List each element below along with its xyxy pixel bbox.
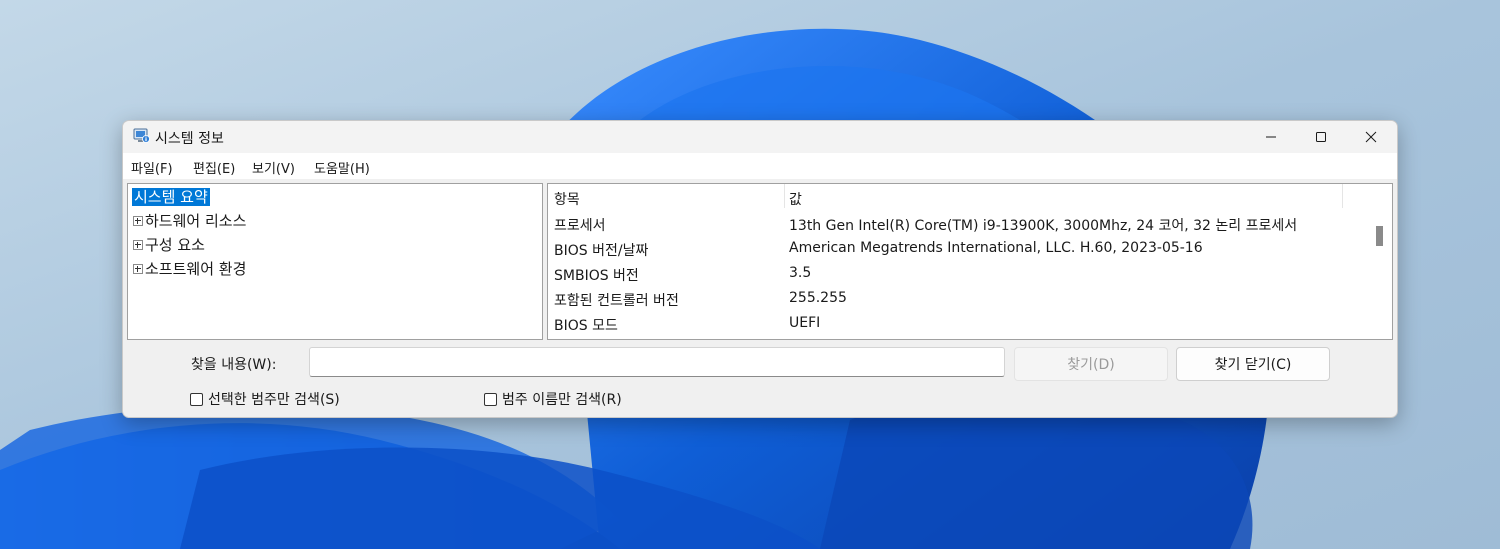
search-selected-category-checkbox[interactable]: 선택한 범주만 검색(S) xyxy=(190,389,340,409)
tree-item-label: 시스템 요약 xyxy=(132,188,210,206)
details-list[interactable]: 항목 값 프로세서 13th Gen Intel(R) Core(TM) i9-… xyxy=(547,183,1393,340)
menu-file[interactable]: 파일(F) xyxy=(131,158,173,177)
tree-item-system-summary[interactable]: 시스템 요약 xyxy=(132,187,210,207)
title-bar[interactable]: 시스템 정보 xyxy=(123,121,1397,153)
menu-edit[interactable]: 편집(E) xyxy=(193,158,235,177)
close-icon xyxy=(1365,131,1377,143)
expand-icon[interactable] xyxy=(133,239,143,250)
row-value: 255.255 xyxy=(789,290,847,306)
close-button[interactable] xyxy=(1346,121,1396,153)
table-row[interactable]: 포함된 컨트롤러 버전 255.255 xyxy=(548,287,1368,312)
checkbox-label: 선택한 범주만 검색(S) xyxy=(208,392,340,408)
search-category-names-checkbox[interactable]: 범주 이름만 검색(R) xyxy=(484,389,622,409)
menu-bar: 파일(F) 편집(E) 보기(V) 도움말(H) xyxy=(123,153,1397,179)
checkbox-box[interactable] xyxy=(484,392,497,406)
table-row[interactable]: BIOS 모드 UEFI xyxy=(548,312,1368,337)
find-label: 찾을 내용(W): xyxy=(191,357,277,373)
minimize-icon xyxy=(1266,136,1276,138)
tree-item-label: 구성 요소 xyxy=(145,236,205,254)
checkbox-box[interactable] xyxy=(190,392,203,406)
tree-item-components[interactable]: 구성 요소 xyxy=(133,235,205,255)
row-item: SMBIOS 버전 xyxy=(554,268,639,284)
minimize-button[interactable] xyxy=(1246,121,1296,153)
maximize-icon xyxy=(1316,132,1326,142)
table-row[interactable]: 프로세서 13th Gen Intel(R) Core(TM) i9-13900… xyxy=(548,212,1368,237)
row-value: American Megatrends International, LLC. … xyxy=(789,240,1203,256)
row-item: BIOS 버전/날짜 xyxy=(554,243,649,259)
row-item: 프로세서 xyxy=(554,218,606,234)
row-item: BIOS 모드 xyxy=(554,318,618,334)
row-item: 포함된 컨트롤러 버전 xyxy=(554,293,679,309)
row-value: 13th Gen Intel(R) Core(TM) i9-13900K, 30… xyxy=(789,218,1298,234)
tree-item-label: 소프트웨어 환경 xyxy=(145,260,247,278)
find-button[interactable]: 찾기(D) xyxy=(1014,347,1168,381)
column-divider[interactable] xyxy=(784,184,785,208)
checkbox-label: 범주 이름만 검색(R) xyxy=(502,392,622,408)
category-tree[interactable]: 시스템 요약 하드웨어 리소스 구성 요소 소프트웨어 환경 xyxy=(127,183,543,340)
expand-icon[interactable] xyxy=(133,215,143,226)
menu-view[interactable]: 보기(V) xyxy=(252,158,295,177)
expand-icon[interactable] xyxy=(133,263,143,274)
find-input[interactable] xyxy=(309,347,1005,377)
window-title: 시스템 정보 xyxy=(155,131,224,147)
table-row[interactable]: SMBIOS 버전 3.5 xyxy=(548,262,1368,287)
scrollbar-thumb[interactable] xyxy=(1376,226,1383,246)
table-row[interactable]: BIOS 버전/날짜 American Megatrends Internati… xyxy=(548,237,1368,262)
menu-help[interactable]: 도움말(H) xyxy=(314,158,370,177)
tree-item-software-environment[interactable]: 소프트웨어 환경 xyxy=(133,259,246,279)
tree-item-label: 하드웨어 리소스 xyxy=(145,212,247,230)
row-value: UEFI xyxy=(789,315,821,331)
maximize-button[interactable] xyxy=(1296,121,1346,153)
column-header-value[interactable]: 값 xyxy=(789,189,802,209)
tree-item-hardware-resources[interactable]: 하드웨어 리소스 xyxy=(133,211,246,231)
system-info-window: 시스템 정보 파일(F) 편집(E) 보기(V) 도움말(H) 시스템 요약 하… xyxy=(122,120,1398,418)
column-header-item[interactable]: 항목 xyxy=(554,189,580,209)
column-divider[interactable] xyxy=(1342,184,1343,208)
system-info-icon xyxy=(133,128,150,143)
close-find-button[interactable]: 찾기 닫기(C) xyxy=(1176,347,1330,381)
vertical-scrollbar[interactable] xyxy=(1368,184,1392,339)
row-value: 3.5 xyxy=(789,265,812,281)
